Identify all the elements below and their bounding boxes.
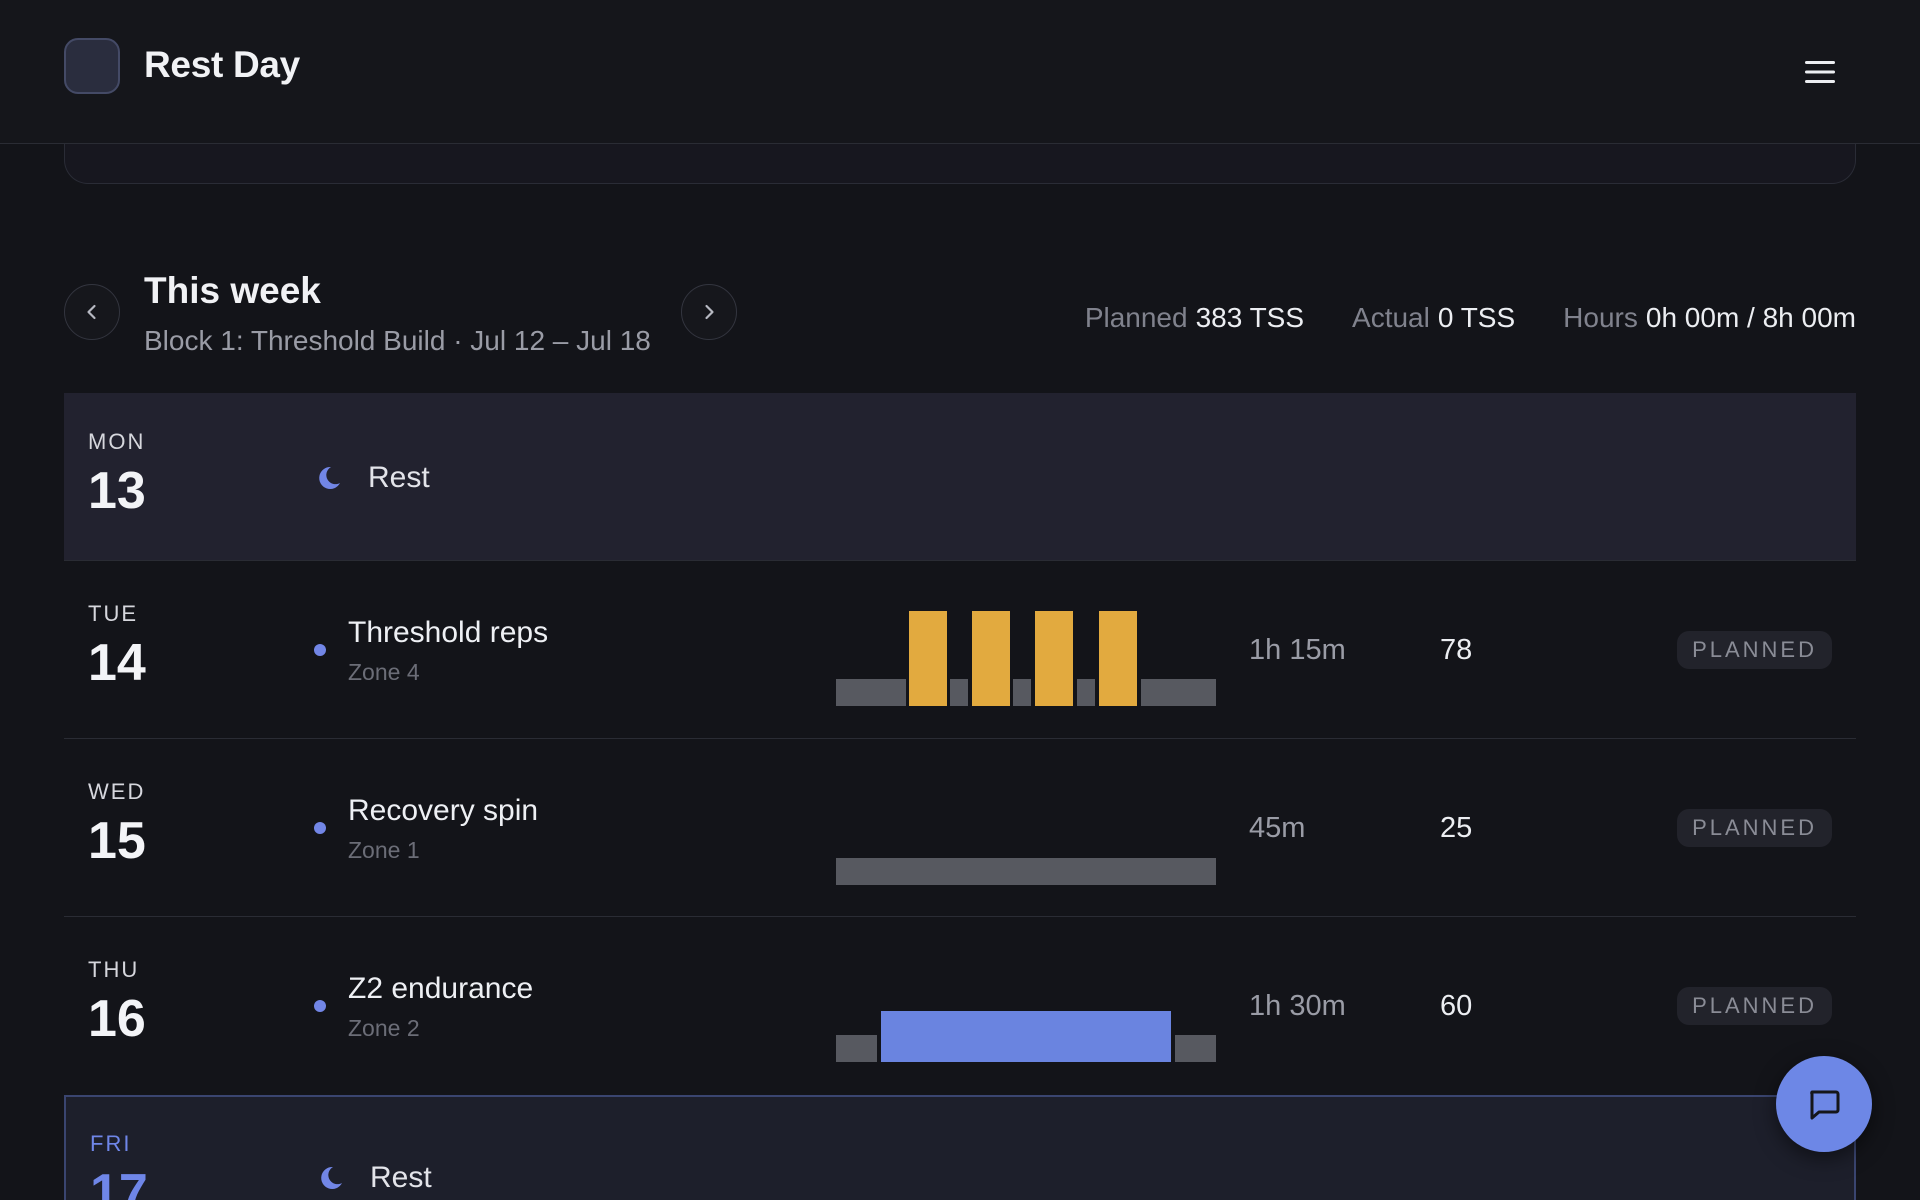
stat-planned-label: Planned xyxy=(1084,302,1188,333)
rest-label: Rest xyxy=(370,1161,432,1194)
day-of-month: 15 xyxy=(88,812,146,870)
interval-cooldown xyxy=(1175,1035,1216,1062)
chevron-right-icon xyxy=(705,304,714,320)
day-of-week: FRI xyxy=(90,1131,132,1156)
chat-button[interactable] xyxy=(1776,1056,1872,1152)
day-row-fri-today[interactable]: FRI 17 Rest xyxy=(64,1095,1856,1200)
interval-recovery xyxy=(1013,679,1031,706)
hamburger-icon xyxy=(1805,61,1835,83)
interval-cooldown xyxy=(1141,679,1216,706)
moon-icon xyxy=(319,466,340,489)
day-row-thu[interactable]: THU 16 Z2 endurance Zone 2 1h 30m 60 PLA… xyxy=(64,917,1856,1095)
chat-bubble-icon xyxy=(1810,1090,1840,1120)
stat-hours: Hours 0h 00m / 8h 00m xyxy=(1563,302,1856,334)
workout-dot xyxy=(314,644,326,656)
status-badge: PLANNED xyxy=(1677,631,1832,669)
stat-actual-label: Actual xyxy=(1352,302,1430,333)
interval-work xyxy=(1035,611,1073,706)
interval-endurance xyxy=(881,1011,1171,1062)
previous-week-button[interactable] xyxy=(64,284,120,340)
chevron-left-icon xyxy=(87,304,96,320)
workout-zone: Zone 2 xyxy=(348,1015,420,1041)
rest-label: Rest xyxy=(368,461,430,494)
workout-title: Recovery spin xyxy=(348,794,539,827)
workout-dot xyxy=(314,822,326,834)
interval-work xyxy=(1099,611,1137,706)
workout-tss: 25 xyxy=(1440,812,1473,844)
workout-profile-chart xyxy=(836,1011,1216,1062)
workout-tss: 78 xyxy=(1440,634,1473,666)
day-of-month: 16 xyxy=(88,990,146,1048)
status-badge: PLANNED xyxy=(1677,809,1832,847)
stat-hours-label: Hours xyxy=(1563,302,1638,333)
workout-title: Z2 endurance xyxy=(348,972,534,1005)
interval-warmup xyxy=(836,679,906,706)
workout-tss: 60 xyxy=(1440,990,1473,1022)
interval-recovery xyxy=(1077,679,1095,706)
week-stats: Planned 383 TSS Actual 0 TSS Hours 0h 00m /… xyxy=(1085,302,1856,334)
interval-recovery xyxy=(950,679,968,706)
workout-zone: Zone 4 xyxy=(348,659,420,685)
interval-steady xyxy=(836,858,1216,885)
workout-duration: 1h 15m xyxy=(1249,634,1346,666)
week-title: This week xyxy=(144,270,321,311)
stat-hours-value: 0h 00m / 8h 00m xyxy=(1645,302,1856,333)
day-of-week: TUE xyxy=(88,601,138,626)
app-logo xyxy=(64,38,120,94)
status-badge: PLANNED xyxy=(1677,987,1832,1025)
workout-title: Threshold reps xyxy=(348,616,549,649)
app-title: Rest Day xyxy=(144,44,300,85)
moon-icon xyxy=(321,1166,342,1189)
day-of-month: 13 xyxy=(88,462,146,520)
stat-planned: Planned 383 TSS xyxy=(1085,302,1304,334)
workout-profile-chart xyxy=(836,858,1216,885)
interval-warmup xyxy=(836,1035,877,1062)
week-subtitle: Block 1: Threshold Build · Jul 12 – Jul … xyxy=(144,325,651,356)
day-of-week: WED xyxy=(88,779,146,804)
workout-dot xyxy=(314,1000,326,1012)
day-of-month: 14 xyxy=(88,634,146,692)
day-row-wed[interactable]: WED 15 Recovery spin Zone 1 45m 25 PLANN… xyxy=(64,739,1856,917)
day-row-tue[interactable]: TUE 14 Threshold reps Zone 4 1h 15m 78 P… xyxy=(64,561,1856,739)
stat-planned-value: 383 TSS xyxy=(1195,302,1305,333)
stat-actual: Actual 0 TSS xyxy=(1352,302,1515,334)
day-of-week: THU xyxy=(88,957,140,982)
stat-actual-value: 0 TSS xyxy=(1437,302,1516,333)
day-of-month: 17 xyxy=(90,1164,148,1200)
workout-zone: Zone 1 xyxy=(348,837,420,863)
top-bar: Rest Day xyxy=(0,0,1920,144)
workout-duration: 45m xyxy=(1249,812,1306,844)
interval-work xyxy=(972,611,1010,706)
interval-work xyxy=(909,611,947,706)
day-row-mon[interactable]: MON 13 Rest xyxy=(64,393,1856,561)
day-of-week: MON xyxy=(88,429,146,454)
workout-duration: 1h 30m xyxy=(1249,990,1346,1022)
workout-profile-chart xyxy=(836,611,1216,706)
next-week-button[interactable] xyxy=(681,284,737,340)
menu-button[interactable] xyxy=(1800,54,1840,90)
